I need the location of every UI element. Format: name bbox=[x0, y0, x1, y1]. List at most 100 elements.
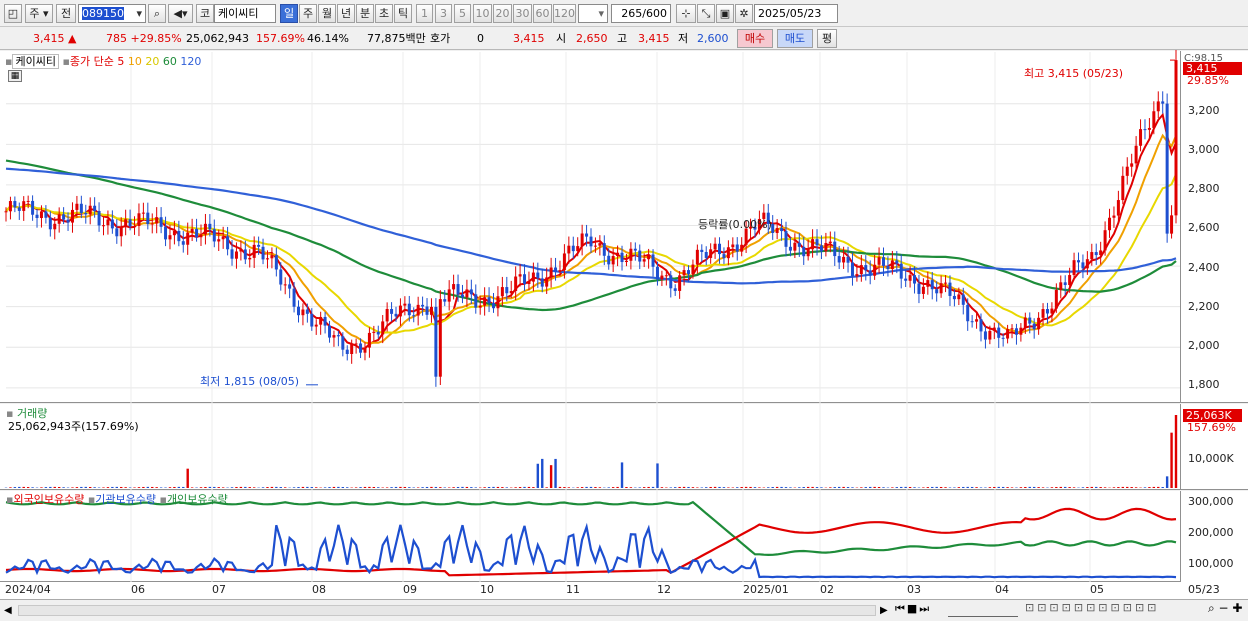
candle-body bbox=[4, 211, 8, 213]
candle-body bbox=[1147, 127, 1151, 130]
candle-body bbox=[1099, 250, 1103, 256]
candle-body bbox=[611, 256, 615, 265]
volume-bar bbox=[820, 487, 823, 488]
candle-body bbox=[203, 223, 207, 235]
candle-body bbox=[474, 294, 478, 308]
volume-bar bbox=[833, 487, 836, 488]
volume-bar bbox=[939, 486, 943, 488]
candle-body bbox=[177, 230, 181, 242]
volume-bar bbox=[470, 487, 473, 488]
scrollbar-track[interactable] bbox=[18, 605, 876, 616]
volume-bar bbox=[1037, 487, 1040, 488]
volume-bar bbox=[1157, 486, 1160, 488]
holdings-tick: 300,000 bbox=[1188, 495, 1234, 508]
candle-body bbox=[314, 324, 318, 327]
volume-bar bbox=[784, 487, 788, 488]
candle-body bbox=[500, 287, 504, 297]
volume-bar bbox=[740, 486, 743, 488]
candle-body bbox=[155, 217, 159, 224]
holdings-legend: ▪외국인보유수량 ▪기관보유수량 ▪개인보유수량 bbox=[6, 493, 228, 506]
candle-body bbox=[1152, 111, 1156, 128]
candle-body bbox=[359, 343, 363, 353]
candle-body bbox=[651, 254, 655, 267]
tool-icons[interactable]: ⊡⊡⊡⊡⊡⊡⊡⊡⊡⊡⊡ bbox=[1025, 601, 1159, 614]
candle-body bbox=[983, 331, 987, 340]
volume-bar bbox=[111, 486, 114, 488]
high-annotation: 최고 3,415 (05/23) bbox=[1024, 67, 1124, 80]
volume-bar bbox=[691, 487, 695, 488]
candle-body bbox=[930, 280, 934, 290]
volume-bar bbox=[1068, 487, 1071, 488]
candle-body bbox=[726, 247, 730, 259]
x-label: 06 bbox=[131, 583, 145, 596]
candle-body bbox=[292, 288, 296, 307]
candle-body bbox=[478, 305, 482, 308]
calculator-icon[interactable]: ▦ bbox=[8, 70, 22, 82]
candle-body bbox=[301, 309, 305, 316]
volume-bar bbox=[549, 465, 553, 488]
candle-body bbox=[585, 233, 589, 237]
candle-body bbox=[252, 244, 256, 258]
candle-body bbox=[26, 200, 30, 202]
candle-body bbox=[704, 252, 708, 258]
price-tick: 3,200 bbox=[1188, 104, 1220, 117]
candle-body bbox=[868, 270, 872, 276]
candle-body bbox=[1103, 230, 1107, 251]
zoom-icons[interactable]: ⌕ − ✚ bbox=[1208, 601, 1242, 616]
volume-bar bbox=[84, 486, 87, 488]
candle-body bbox=[514, 276, 518, 292]
volume-bar bbox=[758, 487, 761, 488]
zoom-slider[interactable] bbox=[948, 603, 1018, 617]
candle-body bbox=[802, 246, 806, 257]
candle-body bbox=[385, 308, 389, 322]
volume-bar bbox=[416, 487, 420, 488]
volume-bar bbox=[270, 486, 274, 488]
volume-bar bbox=[137, 487, 141, 488]
volume-bar bbox=[217, 487, 220, 488]
volume-bar bbox=[873, 486, 876, 488]
foreign-holding-line bbox=[5, 507, 1177, 577]
legend-individual: 개인보유수량 bbox=[166, 493, 228, 506]
candle-body bbox=[8, 201, 12, 212]
scroll-left-icon[interactable]: ◀ bbox=[4, 603, 16, 618]
candle-body bbox=[1156, 101, 1160, 112]
x-label: 11 bbox=[566, 583, 580, 596]
volume-bar bbox=[403, 486, 407, 488]
candle-body bbox=[629, 248, 633, 261]
candle-body bbox=[398, 305, 402, 317]
candle-body bbox=[864, 265, 868, 271]
playback-controls[interactable]: ⏮■⏭ bbox=[895, 602, 931, 616]
chart-canvas bbox=[4, 49, 1180, 582]
volume-bar bbox=[563, 487, 566, 488]
volume-bar bbox=[988, 487, 992, 488]
volume-bar bbox=[851, 487, 854, 488]
candle-body bbox=[22, 201, 26, 211]
scroll-right-icon[interactable]: ▶ bbox=[880, 603, 892, 618]
candle-body bbox=[531, 272, 535, 282]
candle-body bbox=[859, 265, 863, 275]
volume-bar bbox=[1126, 486, 1129, 488]
volume-bar bbox=[585, 486, 588, 488]
volume-bar bbox=[1134, 487, 1138, 488]
candle-body bbox=[319, 316, 323, 325]
candle-body bbox=[527, 281, 531, 285]
candle-body bbox=[208, 223, 212, 230]
volume-bar bbox=[275, 486, 278, 488]
candle-body bbox=[137, 213, 141, 226]
volume-bar bbox=[456, 486, 460, 488]
candle-body bbox=[1081, 262, 1085, 269]
volume-bar bbox=[248, 487, 251, 488]
volume-bar bbox=[261, 487, 265, 488]
volume-bar bbox=[26, 487, 30, 488]
candle-body bbox=[164, 226, 168, 240]
candle-body bbox=[119, 226, 123, 237]
legend-foreign: 외국인보유수량 bbox=[13, 493, 85, 506]
volume-bar bbox=[102, 487, 105, 488]
legend-ma60: 60 bbox=[162, 55, 177, 68]
volume-bar bbox=[1148, 487, 1151, 488]
candle-body bbox=[718, 243, 722, 255]
candle-body bbox=[226, 236, 230, 250]
volume-bar bbox=[727, 487, 730, 488]
x-label: 05 bbox=[1090, 583, 1104, 596]
candle-body bbox=[84, 212, 88, 215]
